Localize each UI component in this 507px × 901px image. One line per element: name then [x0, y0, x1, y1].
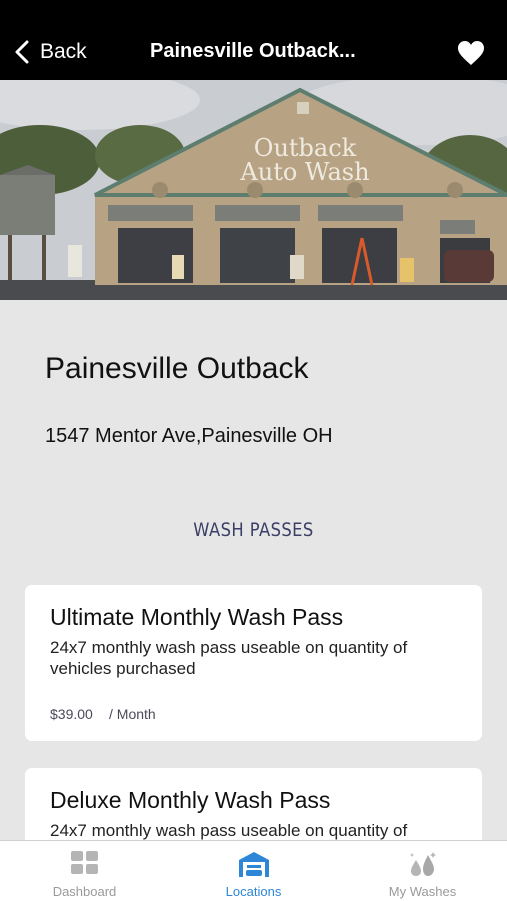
back-label: Back [40, 40, 87, 63]
car-wash-building-icon [238, 852, 269, 877]
tab-label: My Washes [388, 884, 457, 899]
tab-my-washes[interactable]: My Washes [338, 841, 507, 901]
sign-text-line2: Auto Wash [239, 158, 369, 186]
navigation-bar: Back Painesville Outback... [0, 0, 507, 80]
tab-locations[interactable]: Locations [169, 841, 338, 901]
pass-price: $39.00 [50, 706, 93, 722]
section-title-wash-passes: WASH PASSES [193, 519, 314, 541]
pass-description: 24x7 monthly wash pass useable on quanti… [50, 821, 408, 840]
tab-label: Dashboard [52, 884, 117, 899]
heart-icon[interactable] [457, 40, 485, 66]
location-address: 1547 Mentor Ave,Painesville OH [45, 425, 333, 447]
tab-label: Locations [225, 884, 282, 899]
tab-bar: Dashboard Locations My Washes [0, 840, 507, 901]
dashboard-grid-icon [70, 851, 98, 874]
pass-description: 24x7 monthly wash pass useable on quanti… [50, 638, 408, 678]
chevron-left-icon [15, 40, 29, 64]
pass-title: Deluxe Monthly Wash Pass [50, 787, 331, 813]
pass-card-ultimate[interactable]: Ultimate Monthly Wash Pass 24x7 monthly … [25, 585, 482, 741]
tab-dashboard[interactable]: Dashboard [0, 841, 169, 901]
location-photo: Outback Auto Wash [0, 80, 507, 300]
water-drops-icon [409, 852, 436, 876]
page-title: Painesville Outback... [150, 40, 356, 62]
pass-title: Ultimate Monthly Wash Pass [50, 604, 344, 630]
pass-period: / Month [109, 706, 156, 722]
back-button[interactable]: Back [14, 36, 87, 68]
location-name: Painesville Outback [45, 352, 309, 385]
